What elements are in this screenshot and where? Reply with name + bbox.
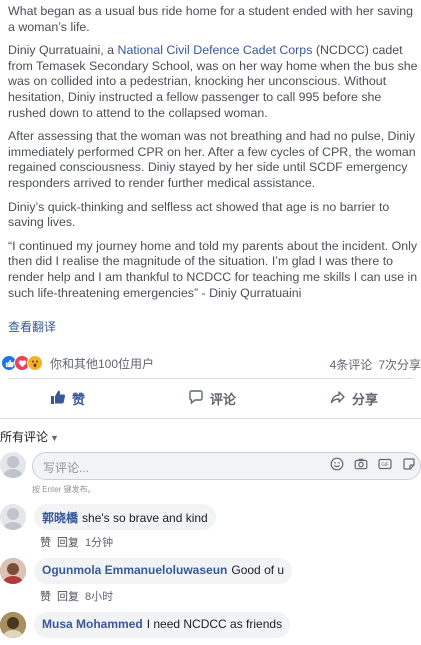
post-text: Diniy Qurratuaini, a <box>8 43 118 58</box>
comment-meta: 赞回复 1分钟 <box>40 534 119 550</box>
commenter-avatar[interactable] <box>0 504 26 530</box>
comment-time[interactable]: 8小时 <box>85 591 113 603</box>
shares-count[interactable]: 7次分享 <box>378 356 421 373</box>
reactions-summary: 你和其他100位用户 4条评论 7次分享 <box>0 352 421 374</box>
gif-icon[interactable]: GIF <box>378 457 392 471</box>
comment-reply-link[interactable]: 回复 <box>57 591 79 603</box>
commenter-name[interactable]: Musa Mohammed <box>42 617 143 631</box>
comment-input-tools: GIF <box>330 457 416 471</box>
comment-sort-dropdown[interactable]: 所有评论 ▼ <box>0 428 59 445</box>
caret-down-icon: ▼ <box>50 433 59 443</box>
comment-text: I need NCDCC as friends <box>146 617 283 631</box>
comment-text: she's so brave and kind <box>82 511 208 525</box>
wow-reaction-icon <box>27 355 43 371</box>
post-paragraph-3: After assessing that the woman was not b… <box>8 129 416 190</box>
reaction-icons[interactable] <box>1 355 43 371</box>
commenter-avatar[interactable] <box>0 612 26 638</box>
comment-like-link[interactable]: 赞 <box>40 537 51 549</box>
comments-count[interactable]: 4条评论 <box>330 356 373 373</box>
engagement-counts: 4条评论 7次分享 <box>330 356 421 373</box>
commenter-name[interactable]: Ogunmola Emmanueloluwaseun <box>42 563 227 577</box>
sticker-icon[interactable] <box>402 457 416 471</box>
comment-sort-label: 所有评论 <box>0 430 49 444</box>
comment-bubble: Musa Mohammed I need NCDCC as friends <box>34 612 291 638</box>
like-button[interactable]: 赞 <box>50 389 85 408</box>
post-paragraph-4: Diniy’s quick-thinking and selfless act … <box>8 199 390 230</box>
like-button-label: 赞 <box>72 392 86 407</box>
enter-to-post-hint: 按 Enter 键发布。 <box>32 485 96 494</box>
commenter-name[interactable]: 郭晓橋 <box>42 511 78 525</box>
comment-button-label: 评论 <box>210 392 237 407</box>
comment-like-link[interactable]: 赞 <box>40 591 51 603</box>
comment-text: Good of u <box>231 563 285 577</box>
share-button[interactable]: 分享 <box>330 389 378 408</box>
comment-reply-link[interactable]: 回复 <box>57 537 79 549</box>
comment-icon <box>188 389 204 408</box>
ncdcc-link[interactable]: National Civil Defence Cadet Corps <box>118 43 313 57</box>
share-button-label: 分享 <box>352 392 379 407</box>
comment-bubble: 郭晓橋 she's so brave and kind <box>34 504 216 530</box>
divider <box>0 418 421 419</box>
commenter-avatar[interactable] <box>0 558 26 584</box>
comment-button[interactable]: 评论 <box>188 389 236 408</box>
emoji-icon[interactable] <box>330 457 344 471</box>
reactions-summary-text[interactable]: 你和其他100位用户 <box>50 355 154 372</box>
see-translation-link[interactable]: 查看翻译 <box>8 318 56 335</box>
thumbs-up-icon <box>50 389 66 408</box>
comment-composer: 写评论... GIF <box>0 452 421 482</box>
post-paragraph-5: “I continued my journey home and told my… <box>8 238 418 300</box>
comment-time[interactable]: 1分钟 <box>85 537 113 549</box>
svg-text:GIF: GIF <box>381 462 389 468</box>
comment-meta: 赞回复 8小时 <box>40 588 119 604</box>
camera-icon[interactable] <box>354 457 368 471</box>
current-user-avatar <box>0 452 26 478</box>
post-actions: 赞 评论 分享 <box>0 383 421 413</box>
comment-bubble: Ogunmola Emmanueloluwaseun Good of u <box>34 558 293 584</box>
comment-input[interactable]: 写评论... GIF <box>32 452 421 480</box>
post-body: What began as a usual bus ride home for … <box>8 4 418 309</box>
comment-input-placeholder: 写评论... <box>43 461 90 475</box>
share-arrow-icon <box>330 389 346 408</box>
post-paragraph-2: Diniy Qurratuaini, a National Civil Defe… <box>8 43 418 121</box>
post-paragraph-1: What began as a usual bus ride home for … <box>8 4 414 34</box>
divider <box>8 378 413 379</box>
